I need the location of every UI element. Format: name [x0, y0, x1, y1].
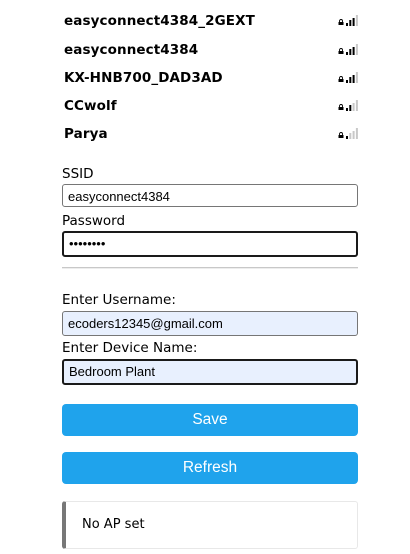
network-item[interactable]: easyconnect4384_2GEXT: [62, 8, 358, 36]
ssid-label: SSID: [62, 166, 94, 182]
wifi-signal-icon: [346, 15, 358, 26]
network-name[interactable]: easyconnect4384: [64, 42, 198, 58]
network-status-icons: [338, 128, 360, 140]
network-name[interactable]: CCwolf: [64, 98, 117, 114]
signal-bar: [349, 105, 352, 111]
signal-bar: [346, 136, 348, 139]
signal-bar: [355, 100, 358, 111]
username-label: Enter Username:: [62, 292, 176, 308]
network-status-icons: [338, 15, 360, 27]
lock-icon: [338, 132, 344, 138]
status-message: No AP set: [82, 517, 145, 532]
device-name-label: Enter Device Name:: [62, 340, 198, 356]
wifi-signal-icon: [346, 128, 358, 139]
signal-bar: [346, 52, 348, 55]
save-button[interactable]: Save: [62, 404, 358, 436]
signal-bar: [352, 131, 355, 139]
refresh-button[interactable]: Refresh: [62, 452, 358, 484]
signal-bar: [355, 44, 358, 55]
signal-bar: [346, 23, 348, 26]
signal-bar: [349, 49, 352, 55]
network-item[interactable]: KX-HNB700_DAD3AD: [62, 65, 358, 93]
password-label: Password: [62, 213, 126, 229]
wifi-signal-icon: [346, 72, 358, 83]
network-item[interactable]: CCwolf: [62, 93, 358, 121]
signal-bar: [346, 80, 348, 83]
signal-bar: [349, 77, 352, 83]
network-status-icons: [338, 72, 360, 84]
signal-bar: [349, 133, 352, 139]
lock-icon: [338, 104, 344, 110]
password-input[interactable]: ••••••••: [62, 231, 358, 257]
signal-bar: [355, 15, 358, 26]
wifi-config-panel: easyconnect4384_2GEXT easyconnect4384 KX…: [62, 0, 358, 549]
device-name-input[interactable]: Bedroom Plant: [62, 359, 358, 385]
network-status-icons: [338, 100, 360, 112]
wifi-signal-icon: [346, 44, 358, 55]
wifi-signal-icon: [346, 100, 358, 111]
network-status-icons: [338, 44, 360, 56]
section-divider: [62, 267, 358, 269]
signal-bar: [349, 20, 352, 26]
network-name[interactable]: KX-HNB700_DAD3AD: [64, 70, 223, 86]
signal-bar: [352, 18, 355, 26]
network-name[interactable]: Parya: [64, 126, 108, 142]
signal-bar: [352, 75, 355, 83]
network-item[interactable]: easyconnect4384: [62, 37, 358, 65]
status-message-box: No AP set: [62, 501, 358, 549]
lock-icon: [338, 76, 344, 82]
signal-bar: [355, 128, 358, 139]
signal-bar: [355, 72, 358, 83]
ssid-input[interactable]: easyconnect4384: [62, 184, 358, 207]
network-name[interactable]: easyconnect4384_2GEXT: [64, 13, 255, 29]
lock-icon: [338, 19, 344, 25]
network-item[interactable]: Parya: [62, 121, 358, 149]
lock-icon: [338, 48, 344, 54]
network-list: easyconnect4384_2GEXT easyconnect4384 KX…: [62, 0, 358, 158]
signal-bar: [352, 103, 355, 111]
signal-bar: [346, 108, 348, 111]
signal-bar: [352, 47, 355, 55]
username-input[interactable]: ecoders12345@gmail.com: [62, 311, 358, 336]
